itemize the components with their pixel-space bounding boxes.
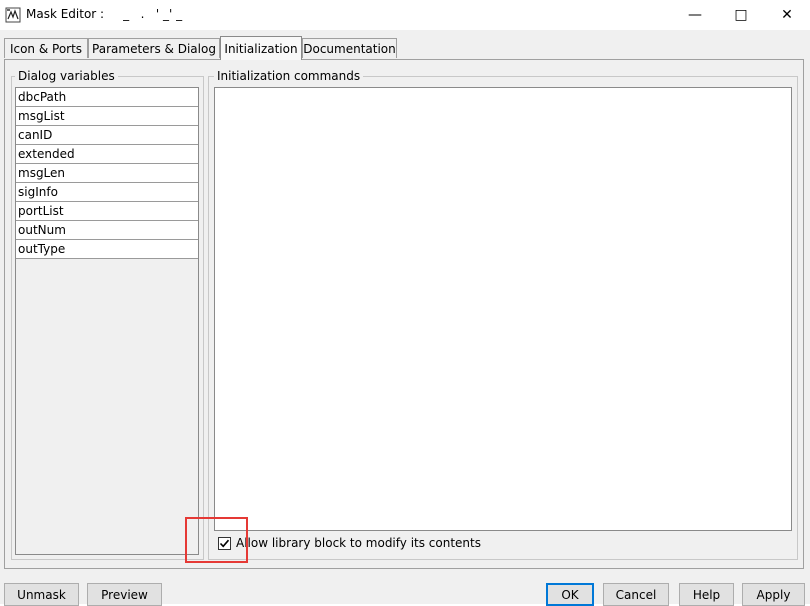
window-title: Mask Editor : _ . ' _' _ bbox=[26, 7, 183, 21]
dialog-variables-list[interactable]: dbcPath msgList canID extended msgLen si… bbox=[15, 87, 199, 555]
list-item[interactable]: outNum bbox=[16, 221, 198, 240]
tab-icon-ports[interactable]: Icon & Ports bbox=[4, 38, 88, 58]
list-item[interactable]: msgList bbox=[16, 107, 198, 126]
unmask-button[interactable]: Unmask bbox=[4, 583, 79, 606]
list-item[interactable]: sigInfo bbox=[16, 183, 198, 202]
list-item[interactable]: extended bbox=[16, 145, 198, 164]
tab-parameters-dialog[interactable]: Parameters & Dialog bbox=[88, 38, 220, 58]
tab-documentation[interactable]: Documentation bbox=[302, 38, 397, 58]
list-item[interactable]: portList bbox=[16, 202, 198, 221]
apply-button[interactable]: Apply bbox=[742, 583, 805, 606]
minimize-button[interactable]: — bbox=[672, 0, 718, 30]
help-button[interactable]: Help bbox=[679, 583, 734, 606]
mask-editor-icon bbox=[5, 7, 21, 23]
list-item[interactable]: msgLen bbox=[16, 164, 198, 183]
preview-button[interactable]: Preview bbox=[87, 583, 162, 606]
cancel-button[interactable]: Cancel bbox=[603, 583, 669, 606]
highlight-box bbox=[185, 517, 248, 563]
ok-button[interactable]: OK bbox=[546, 583, 594, 606]
list-item[interactable]: dbcPath bbox=[16, 88, 198, 107]
maximize-button[interactable]: □ bbox=[718, 0, 764, 30]
title-bar: Mask Editor : _ . ' _' _ — □ ✕ bbox=[0, 0, 810, 30]
allow-library-label: Allow library block to modify its conten… bbox=[236, 536, 481, 550]
tab-initialization[interactable]: Initialization bbox=[220, 36, 302, 60]
close-button[interactable]: ✕ bbox=[764, 0, 810, 30]
initialization-commands-editor[interactable] bbox=[214, 87, 792, 531]
dialog-variables-label: Dialog variables bbox=[15, 69, 118, 83]
list-item[interactable]: canID bbox=[16, 126, 198, 145]
initialization-commands-label: Initialization commands bbox=[214, 69, 364, 83]
list-item[interactable]: outType bbox=[16, 240, 198, 259]
